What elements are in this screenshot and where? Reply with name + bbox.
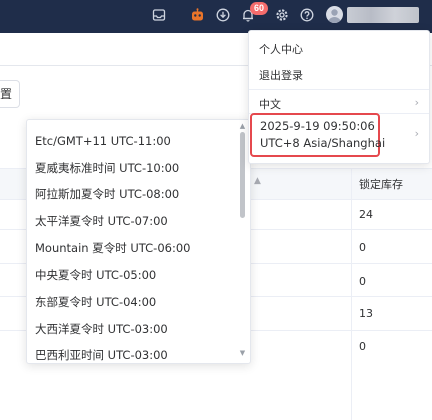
chevron-right-icon: › xyxy=(414,96,419,109)
timezone-option[interactable]: Mountain 夏令时 UTC-06:00 xyxy=(35,235,190,261)
timezone-option[interactable]: Etc/GMT+11 UTC-11:00 xyxy=(35,128,171,154)
robot-icon[interactable] xyxy=(189,7,205,23)
settings-icon[interactable] xyxy=(274,7,290,23)
inbox-icon[interactable] xyxy=(151,7,167,23)
menu-divider xyxy=(249,89,429,90)
download-icon[interactable] xyxy=(215,7,231,23)
timezone-option[interactable]: 夏威夷标准时间 UTC-10:00 xyxy=(35,155,179,181)
column-header-locked-stock[interactable]: 锁定库存 xyxy=(359,176,403,192)
menu-item-logout[interactable]: 退出登录 xyxy=(249,67,429,85)
menu-item-label: 个人中心 xyxy=(259,43,303,56)
timezone-option[interactable]: 东部夏令时 UTC-04:00 xyxy=(35,289,156,315)
help-icon[interactable] xyxy=(299,7,315,23)
menu-item-language[interactable]: 中文 › xyxy=(249,96,429,114)
top-navbar: 60 xyxy=(0,0,432,33)
sort-icon[interactable]: ▲ xyxy=(254,176,261,186)
table-cell: 0 xyxy=(359,275,366,288)
toolbar-button[interactable]: 置 xyxy=(0,80,20,108)
menu-item-label: 退出登录 xyxy=(259,69,303,82)
table-cell: 0 xyxy=(359,241,366,254)
timezone-option[interactable]: 阿拉斯加夏令时 UTC-08:00 xyxy=(35,181,179,207)
table-cell: 13 xyxy=(359,307,373,320)
timezone-option[interactable]: 太平洋夏令时 UTC-07:00 xyxy=(35,208,168,234)
menu-item-profile[interactable]: 个人中心 xyxy=(249,41,429,59)
menu-item-label: 中文 xyxy=(259,98,281,111)
table-cell: 0 xyxy=(359,340,366,353)
scrollbar-thumb[interactable] xyxy=(240,132,245,218)
current-timezone: UTC+8 Asia/Shanghai xyxy=(260,136,386,150)
user-menu: 个人中心 退出登录 中文 › › 2025-9-19 09:50:06 UTC+… xyxy=(248,30,430,164)
timezone-dropdown[interactable]: Etc/GMT+11 UTC-11:00 夏威夷标准时间 UTC-10:00 阿… xyxy=(26,119,251,364)
chevron-right-icon: › xyxy=(414,127,419,140)
scroll-up-icon[interactable]: ▲ xyxy=(239,123,246,130)
column-divider xyxy=(351,168,352,420)
username-redacted[interactable] xyxy=(347,7,419,23)
notification-badge: 60 xyxy=(250,2,268,15)
timezone-option[interactable]: 大西洋夏令时 UTC-03:00 xyxy=(35,316,168,342)
current-timezone-highlight[interactable]: 2025-9-19 09:50:06 UTC+8 Asia/Shanghai xyxy=(250,113,385,157)
current-datetime: 2025-9-19 09:50:06 xyxy=(260,119,375,133)
table-cell: 24 xyxy=(359,208,373,221)
avatar[interactable] xyxy=(326,6,343,23)
timezone-option[interactable]: 中央夏令时 UTC-05:00 xyxy=(35,262,156,288)
timezone-option[interactable]: 巴西利亚时间 UTC-03:00 xyxy=(35,342,168,363)
scroll-down-icon[interactable]: ▼ xyxy=(239,350,246,357)
